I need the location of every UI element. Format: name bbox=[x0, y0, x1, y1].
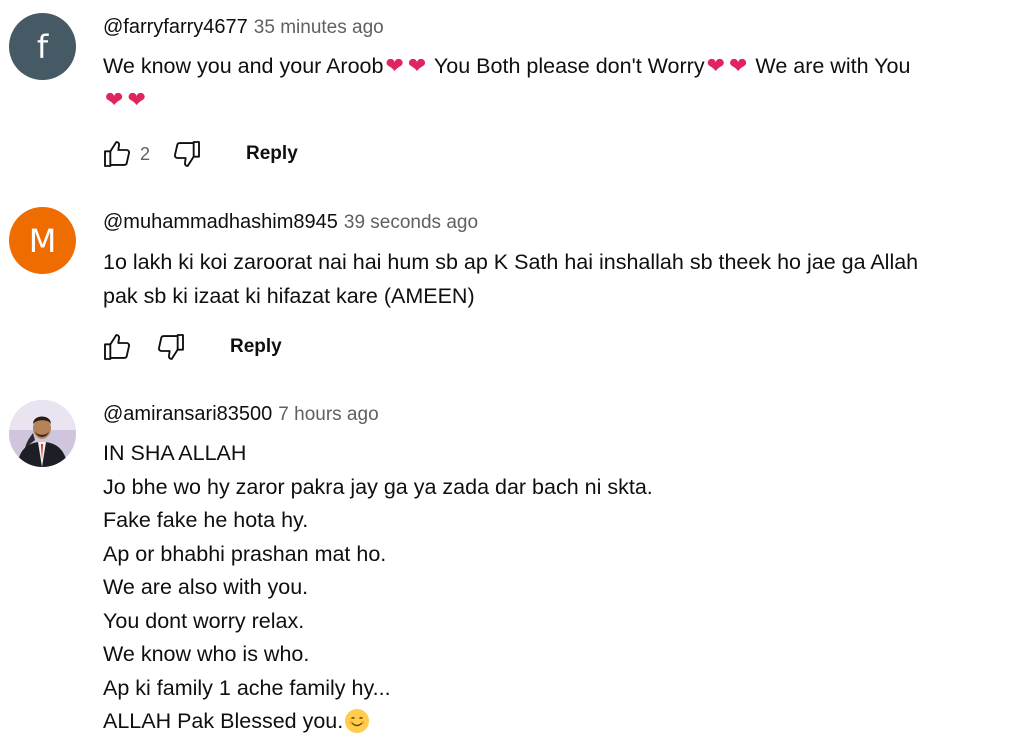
comment-text: 1o lakh ki koi zaroorat nai hai hum sb a… bbox=[103, 246, 1018, 313]
profile-photo bbox=[9, 400, 76, 467]
like-count: 2 bbox=[140, 143, 151, 164]
dislike-button[interactable] bbox=[154, 330, 188, 364]
comment-line: Jo bhe wo hy zaror pakra jay ga ya zada … bbox=[103, 474, 653, 499]
comment-text: IN SHA ALLAH Jo bhe wo hy zaror pakra ja… bbox=[103, 437, 1018, 739]
comment-time[interactable]: 7 hours ago bbox=[278, 404, 378, 426]
avatar-letter: f bbox=[36, 27, 49, 66]
dislike-button[interactable] bbox=[170, 137, 204, 171]
heart-emoji-icon: ❤ bbox=[706, 54, 726, 79]
comment-header: @farryfarry4677 35 minutes ago bbox=[103, 16, 384, 42]
thumbs-up-icon bbox=[104, 141, 131, 167]
heart-emoji-icon: ❤ bbox=[127, 87, 146, 113]
comment-header: @muhammadhashim8945 39 seconds ago bbox=[103, 211, 478, 237]
avatar[interactable]: M bbox=[9, 207, 76, 274]
thumbs-up-icon bbox=[104, 334, 131, 360]
reply-button[interactable]: Reply bbox=[246, 143, 298, 165]
comment-line: We know who is who. bbox=[103, 642, 310, 666]
author-name[interactable]: @farryfarry4677 bbox=[103, 16, 248, 39]
comment-text-part: You Both please don't Worry bbox=[428, 54, 705, 78]
comment-actions: 2 Reply bbox=[100, 137, 298, 171]
comment-text: We know you and your Aroob❤ ❤ You Both pl… bbox=[103, 50, 1018, 117]
heart-emoji-icon: ❤ bbox=[729, 54, 748, 79]
comment-actions: Reply bbox=[100, 330, 282, 364]
avatar-letter: M bbox=[28, 221, 57, 260]
comment-line: Ap or bhabhi prashan mat ho. bbox=[103, 541, 387, 566]
comment-line: We are also with you. bbox=[103, 575, 309, 599]
comment-line: IN SHA ALLAH bbox=[103, 441, 247, 465]
comment-text-part: We are with You bbox=[749, 54, 911, 78]
avatar[interactable] bbox=[9, 400, 76, 467]
comment-line: ALLAH Pak Blessed you. bbox=[103, 709, 344, 733]
comment-time[interactable]: 39 seconds ago bbox=[344, 212, 478, 234]
comment-time[interactable]: 35 minutes ago bbox=[254, 17, 384, 39]
heart-emoji-icon: ❤ bbox=[105, 87, 124, 113]
comment-line: Fake fake he hota hy. bbox=[103, 508, 309, 532]
author-name[interactable]: @muhammadhashim8945 bbox=[103, 211, 338, 234]
comment-line: 1o lakh ki koi zaroorat nai hai hum sb a… bbox=[103, 250, 919, 274]
avatar[interactable]: f bbox=[9, 13, 76, 80]
heart-emoji-icon: ❤ bbox=[407, 54, 427, 79]
heart-emoji-icon: ❤ bbox=[385, 54, 404, 79]
smiling-face-emoji-icon bbox=[345, 709, 370, 733]
author-name[interactable]: @amiransari83500 bbox=[103, 403, 272, 426]
like-button[interactable] bbox=[100, 330, 134, 364]
thumbs-down-icon bbox=[157, 334, 184, 360]
like-button[interactable] bbox=[100, 137, 134, 171]
comment-line: Ap ki family 1 ache family hy... bbox=[103, 675, 391, 700]
comment-line: You dont worry relax. bbox=[103, 608, 305, 633]
comment-text-part: We know you and your Aroob bbox=[103, 54, 384, 78]
comment-header: @amiransari83500 7 hours ago bbox=[103, 403, 379, 429]
comment-line: pak sb ki izaat ki hifazat kare (AMEEN) bbox=[103, 283, 475, 308]
thumbs-down-icon bbox=[174, 141, 200, 167]
reply-button[interactable]: Reply bbox=[230, 336, 282, 358]
